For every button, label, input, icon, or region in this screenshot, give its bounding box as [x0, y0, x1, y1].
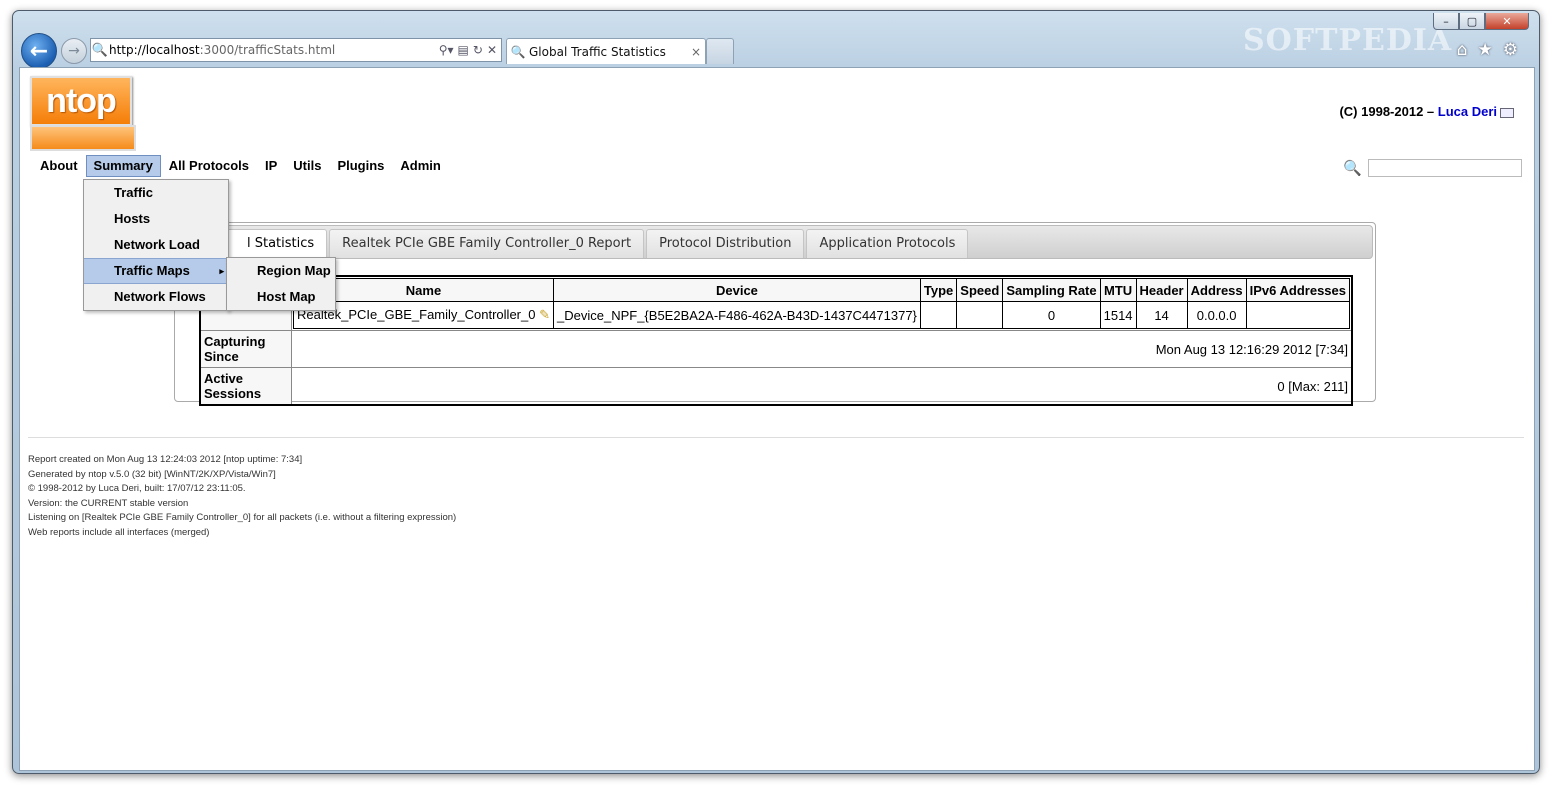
device-table-cell: Name Device Type Speed Sampling Rate MTU… — [291, 275, 1353, 331]
report-footer: Report created on Mon Aug 13 12:24:03 20… — [28, 453, 456, 540]
author-link[interactable]: Luca Deri — [1438, 104, 1497, 119]
col-mtu: MTU — [1099, 278, 1137, 302]
active-sessions-label: Active Sessions — [199, 367, 293, 406]
favorites-icon[interactable]: ★ — [1478, 40, 1493, 60]
table-row: Realtek_PCIe_GBE_Family_Controller_0 ✎ _… — [293, 301, 1351, 329]
device-table: Name Device Type Speed Sampling Rate MTU… — [293, 278, 1351, 329]
browser-tools: ⌂ ★ ⚙ — [1457, 40, 1518, 60]
page-viewport: ntop (C) 1998-2012 – Luca Deri About Sum… — [19, 67, 1535, 771]
softpedia-watermark: SOFTPEDIA — [1243, 23, 1453, 58]
address-bar[interactable]: 🔍 http://localhost:3000/trafficStats.htm… — [90, 38, 502, 62]
compatibility-icon[interactable]: ▤ — [458, 43, 469, 57]
settings-gear-icon[interactable]: ⚙ — [1503, 40, 1518, 60]
active-sessions-value: 0 [Max: 211] — [291, 367, 1353, 406]
table-row: Capturing Since Mon Aug 13 12:16:29 2012… — [199, 330, 1353, 368]
tab-application-protocols[interactable]: Application Protocols — [806, 229, 969, 258]
dropdown-item-traffic-maps[interactable]: Traffic Maps ▸ — [84, 258, 228, 284]
col-header: Header — [1135, 278, 1188, 302]
submenu-arrow-icon: ▸ — [219, 266, 224, 276]
submenu-item-host-map[interactable]: Host Map — [227, 284, 335, 310]
maximize-button[interactable]: ▢ — [1459, 13, 1485, 30]
cell-header: 14 — [1135, 301, 1188, 329]
traffic-maps-submenu: Region Map Host Map — [226, 257, 336, 311]
minimize-button[interactable]: – — [1433, 13, 1459, 30]
browser-tab-active[interactable]: 🔍 Global Traffic Statistics × — [506, 38, 706, 64]
footer-line: © 1998-2012 by Luca Deri, built: 17/07/1… — [28, 483, 246, 494]
dropdown-item-hosts[interactable]: Hosts — [84, 206, 228, 232]
search-box: 🔍 — [1343, 159, 1522, 177]
search-icon: 🔍 — [1343, 159, 1362, 177]
window-controls: – ▢ ✕ — [1433, 13, 1529, 30]
panel-tabs: l Statistics Realtek PCIe GBE Family Con… — [177, 225, 1373, 259]
dropdown-item-traffic-maps-label: Traffic Maps — [114, 263, 190, 278]
cell-mtu: 1514 — [1099, 301, 1137, 329]
col-sampling-rate: Sampling Rate — [1002, 278, 1101, 302]
cell-speed — [956, 301, 1004, 329]
col-address: Address — [1186, 278, 1247, 302]
table-row: Active Sessions 0 [Max: 211] — [199, 367, 1353, 406]
col-type: Type — [919, 278, 958, 302]
cell-type — [919, 301, 958, 329]
mail-icon[interactable] — [1500, 107, 1514, 118]
tab-protocol-distribution[interactable]: Protocol Distribution — [646, 229, 805, 258]
menu-plugins[interactable]: Plugins — [329, 155, 392, 177]
footer-divider — [28, 437, 1524, 438]
menu-summary[interactable]: Summary — [85, 155, 161, 177]
close-window-button[interactable]: ✕ — [1485, 13, 1529, 30]
tab-page-icon: 🔍 — [510, 44, 526, 59]
col-speed: Speed — [956, 278, 1004, 302]
ntop-logo[interactable]: ntop — [30, 76, 132, 126]
new-tab-button[interactable] — [706, 38, 734, 64]
footer-line: Report created on Mon Aug 13 12:24:03 20… — [28, 454, 303, 465]
menu-utils[interactable]: Utils — [285, 155, 329, 177]
capturing-since-label: Capturing Since — [199, 330, 293, 368]
main-menu: About Summary All Protocols IP Utils Plu… — [32, 155, 449, 177]
cell-address: 0.0.0.0 — [1186, 301, 1247, 329]
refresh-icon[interactable]: ↻ — [473, 43, 483, 57]
ntop-logo-secondary — [30, 125, 136, 151]
global-stats-table: Name Device Type Speed Sampling Rate MTU… — [199, 275, 1353, 406]
menu-ip[interactable]: IP — [257, 155, 285, 177]
cell-sampling-rate: 0 — [1002, 301, 1101, 329]
tab-interface-report[interactable]: Realtek PCIe GBE Family Controller_0 Rep… — [329, 229, 645, 258]
page-icon: 🔍 — [91, 42, 109, 58]
menu-all-protocols[interactable]: All Protocols — [161, 155, 257, 177]
stop-icon[interactable]: ✕ — [487, 43, 497, 57]
url-host: http://localhost — [109, 43, 200, 57]
menu-about[interactable]: About — [32, 155, 86, 177]
copyright: (C) 1998-2012 – Luca Deri — [1339, 104, 1514, 119]
summary-dropdown: Traffic Hosts Network Load Traffic Maps ▸… — [83, 179, 229, 311]
address-tools: ⚲▾ ▤ ↻ ✕ — [439, 43, 501, 57]
cell-ipv6 — [1245, 301, 1351, 329]
dropdown-item-network-load[interactable]: Network Load — [84, 232, 228, 258]
menu-admin[interactable]: Admin — [392, 155, 448, 177]
dropdown-item-network-flows[interactable]: Network Flows — [84, 284, 228, 310]
footer-line: Generated by ntop v.5.0 (32 bit) [WinNT/… — [28, 468, 276, 480]
edit-pencil-icon[interactable]: ✎ — [539, 307, 550, 322]
footer-line: Listening on [Realtek PCIe GBE Family Co… — [28, 512, 457, 523]
forward-button[interactable]: → — [61, 38, 87, 64]
submenu-item-region-map[interactable]: Region Map — [227, 258, 335, 284]
tab-close-icon[interactable]: × — [687, 45, 705, 59]
dropdown-item-traffic[interactable]: Traffic — [84, 180, 228, 206]
url-text[interactable]: http://localhost:3000/trafficStats.html — [109, 43, 439, 57]
table-row: Name Device Type Speed Sampling Rate MTU… — [199, 275, 1353, 331]
capturing-since-value: Mon Aug 13 12:16:29 2012 [7:34] — [291, 330, 1353, 368]
back-button[interactable]: ← — [21, 33, 57, 69]
home-icon[interactable]: ⌂ — [1457, 40, 1468, 60]
url-rest: :3000/trafficStats.html — [199, 43, 336, 57]
footer-line: Web reports include all interfaces (merg… — [28, 526, 210, 538]
tab-title: Global Traffic Statistics — [529, 44, 666, 59]
footer-line: Version: the CURRENT stable version — [28, 497, 189, 509]
search-dropdown-icon[interactable]: ⚲▾ — [439, 43, 454, 57]
stats-panel: l Statistics Realtek PCIe GBE Family Con… — [174, 222, 1376, 406]
device-table-header: Name Device Type Speed Sampling Rate MTU… — [293, 278, 1351, 302]
search-input[interactable] — [1368, 159, 1522, 177]
col-ipv6: IPv6 Addresses — [1245, 278, 1351, 302]
cell-device: _Device_NPF_{B5E2BA2A-F486-462A-B43D-143… — [553, 301, 921, 329]
copyright-text: (C) 1998-2012 – — [1339, 104, 1438, 119]
col-device: Device — [553, 278, 921, 302]
